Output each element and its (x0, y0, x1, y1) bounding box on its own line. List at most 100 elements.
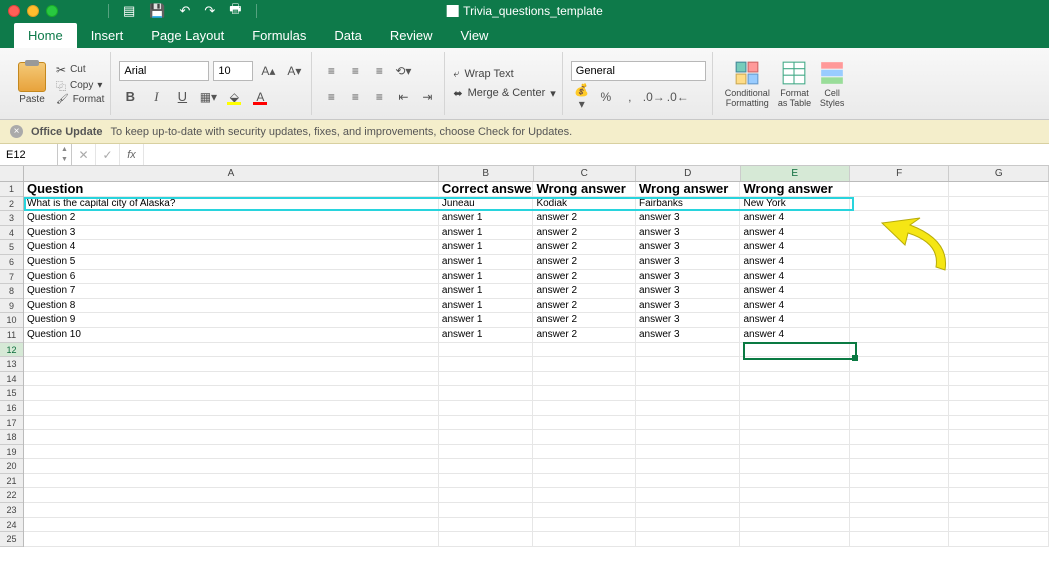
cell[interactable]: answer 2 (533, 240, 636, 255)
cell[interactable] (949, 532, 1049, 547)
cell[interactable] (533, 518, 636, 533)
cell[interactable] (24, 401, 439, 416)
align-right-icon[interactable]: ≡ (368, 87, 390, 107)
name-box-up[interactable]: ▲ (58, 144, 71, 155)
cell[interactable] (850, 532, 950, 547)
cell[interactable]: answer 1 (439, 328, 534, 343)
cell[interactable] (24, 474, 439, 489)
cell[interactable] (533, 372, 636, 387)
tab-page-layout[interactable]: Page Layout (137, 23, 238, 48)
increase-decimal-icon[interactable]: .0→ (643, 87, 665, 107)
cell[interactable] (740, 488, 849, 503)
cell[interactable] (439, 386, 534, 401)
cell[interactable] (533, 474, 636, 489)
cell[interactable]: answer 3 (636, 240, 741, 255)
cell[interactable]: answer 4 (740, 328, 849, 343)
enter-formula-icon[interactable]: ✓ (96, 144, 120, 165)
row-header-12[interactable]: 12 (0, 343, 23, 358)
cancel-formula-icon[interactable]: ✕ (72, 144, 96, 165)
cell[interactable] (949, 503, 1049, 518)
col-header-A[interactable]: A (24, 166, 439, 181)
cell[interactable]: answer 3 (636, 313, 741, 328)
cell[interactable]: answer 1 (439, 284, 534, 299)
cell[interactable] (439, 503, 534, 518)
cell[interactable]: Question 9 (24, 313, 439, 328)
cell[interactable] (24, 532, 439, 547)
cell[interactable]: Juneau (439, 197, 534, 212)
merge-center-button[interactable]: ⬌Merge & Center ▾ (453, 87, 555, 100)
col-header-B[interactable]: B (439, 166, 534, 181)
cell[interactable] (740, 503, 849, 518)
cell[interactable] (850, 357, 950, 372)
decrease-indent-icon[interactable]: ⇤ (392, 87, 414, 107)
cell[interactable] (949, 226, 1049, 241)
cell[interactable] (850, 416, 950, 431)
cell[interactable] (949, 211, 1049, 226)
row-header-20[interactable]: 20 (0, 459, 23, 474)
percent-icon[interactable]: % (595, 87, 617, 107)
cell[interactable] (740, 459, 849, 474)
cell[interactable] (949, 270, 1049, 285)
cell[interactable]: Wrong answer (533, 182, 636, 197)
cell[interactable]: answer 4 (740, 299, 849, 314)
cell[interactable] (740, 372, 849, 387)
font-size-select[interactable] (213, 61, 253, 81)
cell[interactable] (740, 416, 849, 431)
row-header-9[interactable]: 9 (0, 299, 23, 314)
row-header-19[interactable]: 19 (0, 445, 23, 460)
cell[interactable] (850, 401, 950, 416)
cell[interactable] (949, 474, 1049, 489)
cell[interactable]: answer 4 (740, 240, 849, 255)
cell[interactable] (24, 416, 439, 431)
cell[interactable]: answer 2 (533, 313, 636, 328)
cell[interactable] (533, 343, 636, 358)
cell[interactable] (949, 372, 1049, 387)
cell[interactable] (850, 313, 950, 328)
cell[interactable] (740, 386, 849, 401)
cell[interactable] (850, 430, 950, 445)
number-format-select[interactable] (571, 61, 706, 81)
cell[interactable] (636, 459, 741, 474)
cell[interactable] (24, 459, 439, 474)
cell[interactable] (24, 503, 439, 518)
cell[interactable] (24, 386, 439, 401)
row-header-16[interactable]: 16 (0, 401, 23, 416)
cell[interactable] (636, 488, 741, 503)
cell[interactable] (636, 401, 741, 416)
cell[interactable]: Kodiak (533, 197, 636, 212)
cell[interactable] (850, 182, 950, 197)
cell[interactable] (24, 343, 439, 358)
row-header-2[interactable]: 2 (0, 197, 23, 212)
cell[interactable] (439, 518, 534, 533)
cell[interactable] (636, 386, 741, 401)
cell[interactable] (949, 255, 1049, 270)
name-box-down[interactable]: ▼ (58, 155, 71, 166)
row-header-3[interactable]: 3 (0, 211, 23, 226)
cell[interactable] (949, 357, 1049, 372)
cell[interactable] (439, 416, 534, 431)
cell[interactable] (740, 401, 849, 416)
row-header-21[interactable]: 21 (0, 474, 23, 489)
cell[interactable] (949, 401, 1049, 416)
row-header-1[interactable]: 1 (0, 182, 23, 197)
bold-button[interactable]: B (119, 87, 141, 107)
cell[interactable] (24, 518, 439, 533)
cell[interactable] (636, 343, 741, 358)
cell[interactable] (24, 430, 439, 445)
col-header-G[interactable]: G (949, 166, 1049, 181)
cell[interactable]: answer 1 (439, 211, 534, 226)
cell[interactable] (949, 488, 1049, 503)
cell[interactable] (949, 328, 1049, 343)
cell[interactable]: answer 1 (439, 313, 534, 328)
row-header-4[interactable]: 4 (0, 226, 23, 241)
cell[interactable] (533, 503, 636, 518)
cell[interactable] (636, 474, 741, 489)
format-as-table-button[interactable]: Format as Table (774, 52, 815, 115)
cell[interactable]: Question 10 (24, 328, 439, 343)
cell[interactable] (636, 445, 741, 460)
cell[interactable]: answer 4 (740, 270, 849, 285)
minimize-window[interactable] (27, 5, 39, 17)
cell[interactable] (439, 459, 534, 474)
save-icon[interactable]: 💾 (149, 3, 165, 19)
undo-icon[interactable]: ↶ (179, 3, 190, 19)
